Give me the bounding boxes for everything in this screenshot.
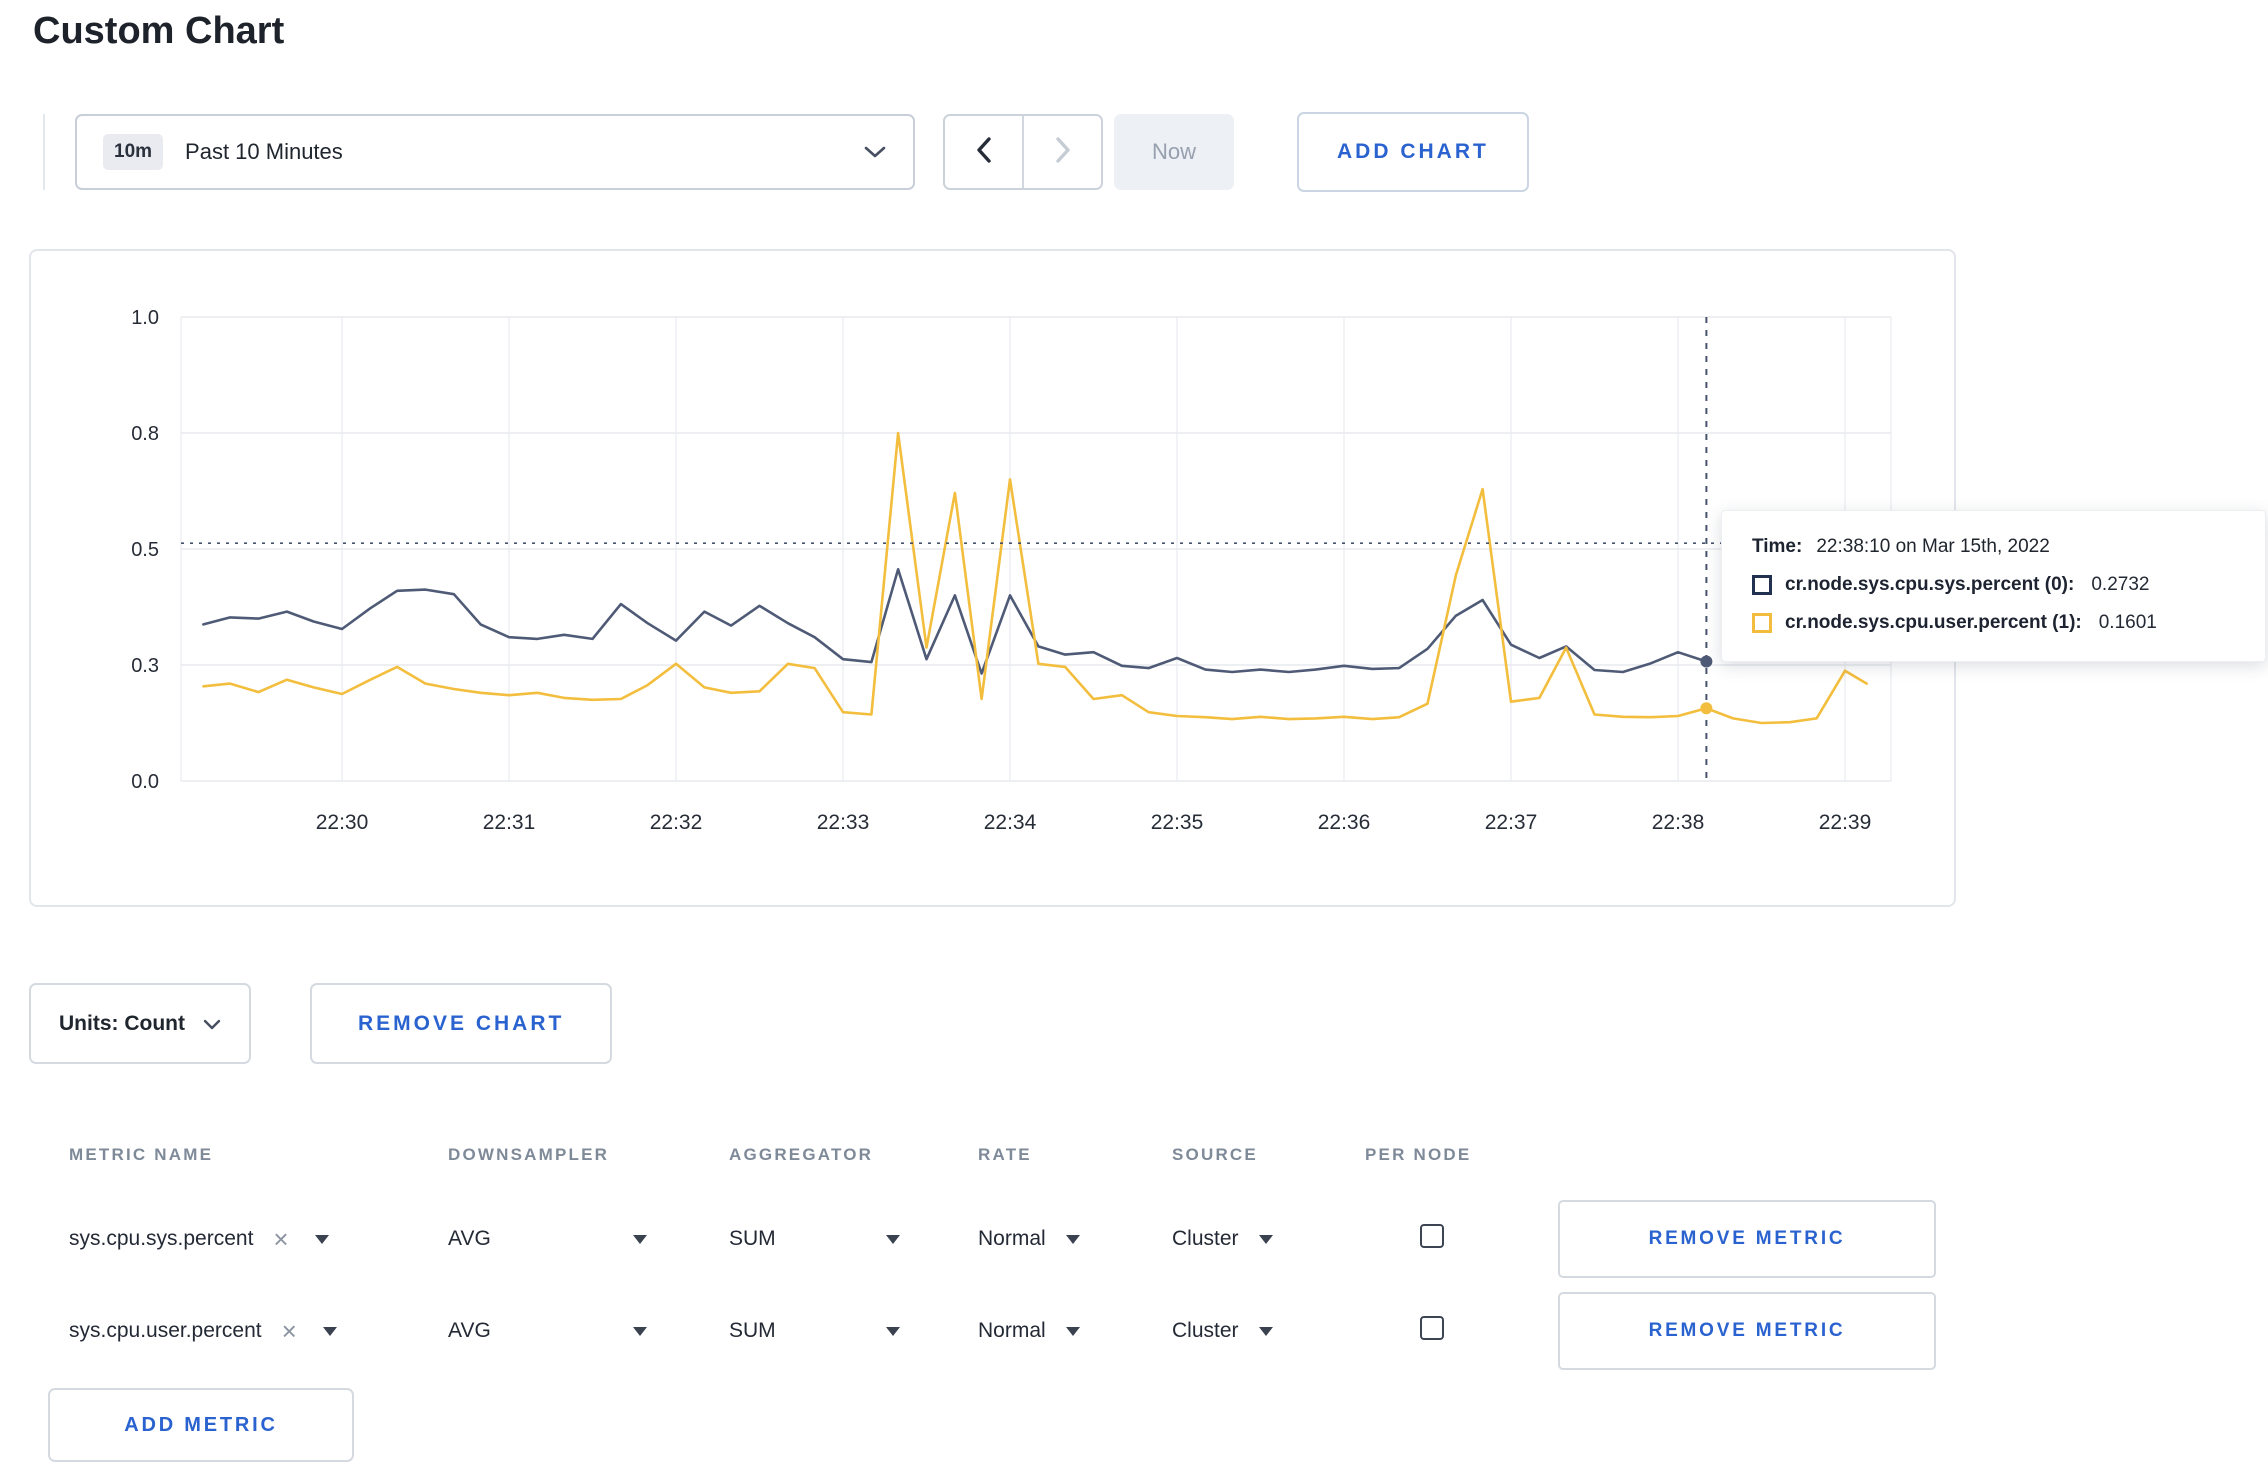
svg-text:22:35: 22:35 xyxy=(1151,811,1204,834)
source-select[interactable]: Cluster xyxy=(1172,1319,1365,1343)
tooltip-series-label: cr.node.sys.cpu.user.percent (1): xyxy=(1785,612,2082,633)
cpu-usage-chart[interactable]: 22:30 22:31 22:32 22:33 22:34 22:35 22:36 22:37… xyxy=(31,251,1954,905)
svg-text:22:31: 22:31 xyxy=(483,811,536,834)
chevron-down-icon xyxy=(633,1326,647,1336)
chevron-down-icon xyxy=(863,145,887,159)
aggregator-value: SUM xyxy=(729,1227,776,1250)
tooltip-series-row: cr.node.sys.cpu.user.percent (1): 0.1601 xyxy=(1752,612,2235,634)
chevron-left-icon xyxy=(975,136,993,169)
aggregator-select[interactable]: SUM xyxy=(729,1319,900,1343)
column-header-per-node: PER NODE xyxy=(1365,1145,1472,1164)
source-value: Cluster xyxy=(1172,1227,1239,1250)
chevron-down-icon xyxy=(1258,1326,1273,1336)
rate-select[interactable]: Normal xyxy=(978,1319,1172,1343)
svg-text:0.3: 0.3 xyxy=(131,655,159,677)
chevron-down-icon xyxy=(886,1234,900,1244)
time-nav-group xyxy=(943,114,1103,190)
legend-swatch-sys-icon xyxy=(1752,575,1772,595)
svg-text:0.0: 0.0 xyxy=(131,771,159,793)
tooltip-series-value: 0.1601 xyxy=(2098,612,2157,633)
metrics-table-header: METRIC NAME DOWNSAMPLER AGGREGATOR RATE … xyxy=(0,1117,2268,1193)
time-range-badge: 10m xyxy=(103,134,164,170)
legend-swatch-user-icon xyxy=(1752,613,1772,633)
metric-name-value: sys.cpu.sys.percent xyxy=(69,1227,254,1250)
rate-value: Normal xyxy=(978,1227,1046,1250)
chevron-down-icon xyxy=(1065,1326,1080,1336)
prev-time-button[interactable] xyxy=(945,116,1022,188)
chevron-down-icon xyxy=(886,1326,900,1336)
aggregator-select[interactable]: SUM xyxy=(729,1227,900,1251)
clear-metric-icon[interactable]: × xyxy=(282,1318,297,1344)
clear-metric-icon[interactable]: × xyxy=(273,1226,288,1252)
rate-value: Normal xyxy=(978,1319,1046,1342)
column-header-metric-name: METRIC NAME xyxy=(69,1145,214,1164)
column-header-rate: RATE xyxy=(978,1145,1032,1164)
column-header-downsampler: DOWNSAMPLER xyxy=(448,1145,610,1164)
per-node-checkbox[interactable] xyxy=(1420,1224,1444,1248)
svg-text:22:32: 22:32 xyxy=(650,811,703,834)
tooltip-time-row: Time: 22:38:10 on Mar 15th, 2022 xyxy=(1752,536,2235,558)
remove-metric-button[interactable]: REMOVE METRIC xyxy=(1558,1292,1936,1370)
svg-text:1.0: 1.0 xyxy=(131,307,159,329)
tooltip-series-row: cr.node.sys.cpu.sys.percent (0): 0.2732 xyxy=(1752,574,2235,596)
svg-text:22:38: 22:38 xyxy=(1652,811,1705,834)
units-label: Units: Count xyxy=(59,1011,185,1035)
svg-text:22:33: 22:33 xyxy=(817,811,870,834)
remove-metric-button[interactable]: REMOVE METRIC xyxy=(1558,1200,1936,1278)
toolbar-divider xyxy=(43,114,45,190)
chevron-down-icon xyxy=(633,1234,647,1244)
add-chart-button[interactable]: ADD CHART xyxy=(1297,112,1529,192)
chevron-down-icon xyxy=(322,1326,337,1336)
next-time-button[interactable] xyxy=(1022,116,1101,188)
custom-chart-page: Custom Chart 10m Past 10 Minutes Now ADD… xyxy=(0,0,2268,1478)
per-node-checkbox[interactable] xyxy=(1420,1316,1444,1340)
chevron-down-icon xyxy=(203,1012,221,1036)
svg-text:22:39: 22:39 xyxy=(1819,811,1872,834)
tooltip-series-value: 0.2732 xyxy=(2091,574,2150,595)
tooltip-time-value: 22:38:10 on Mar 15th, 2022 xyxy=(1816,536,2050,557)
remove-chart-button[interactable]: REMOVE CHART xyxy=(310,983,613,1064)
svg-text:22:30: 22:30 xyxy=(316,811,369,834)
rate-select[interactable]: Normal xyxy=(978,1227,1172,1251)
time-range-label: Past 10 Minutes xyxy=(185,139,343,164)
source-select[interactable]: Cluster xyxy=(1172,1227,1365,1251)
chart-card: 22:30 22:31 22:32 22:33 22:34 22:35 22:36 22:37… xyxy=(29,249,1956,907)
chevron-right-icon xyxy=(1054,136,1072,169)
metric-row: sys.cpu.user.percent × AVG SUM Normal Cl… xyxy=(0,1285,2268,1377)
page-title: Custom Chart xyxy=(33,10,285,52)
chevron-down-icon xyxy=(1258,1234,1273,1244)
metric-name-value: sys.cpu.user.percent xyxy=(69,1319,262,1342)
chevron-down-icon xyxy=(1065,1234,1080,1244)
units-select[interactable]: Units: Count xyxy=(29,983,251,1064)
add-metric-button[interactable]: ADD METRIC xyxy=(48,1388,354,1462)
source-value: Cluster xyxy=(1172,1319,1239,1342)
chevron-down-icon xyxy=(314,1234,329,1244)
svg-text:0.8: 0.8 xyxy=(131,423,159,445)
time-range-select[interactable]: 10m Past 10 Minutes xyxy=(75,114,915,190)
now-button[interactable]: Now xyxy=(1114,114,1234,190)
svg-text:22:37: 22:37 xyxy=(1485,811,1538,834)
chart-hover-tooltip: Time: 22:38:10 on Mar 15th, 2022 cr.node… xyxy=(1721,510,2266,662)
svg-text:22:34: 22:34 xyxy=(984,811,1037,834)
tooltip-series-label: cr.node.sys.cpu.sys.percent (0): xyxy=(1785,574,2075,595)
svg-text:0.5: 0.5 xyxy=(131,539,159,561)
svg-text:22:36: 22:36 xyxy=(1318,811,1371,834)
column-header-aggregator: AGGREGATOR xyxy=(729,1145,874,1164)
downsampler-value: AVG xyxy=(448,1227,491,1250)
column-header-source: SOURCE xyxy=(1172,1145,1258,1164)
metric-name-select[interactable]: sys.cpu.sys.percent × xyxy=(69,1226,448,1252)
metric-name-select[interactable]: sys.cpu.user.percent × xyxy=(69,1318,448,1344)
tooltip-time-label: Time: xyxy=(1752,536,1803,557)
metrics-table: METRIC NAME DOWNSAMPLER AGGREGATOR RATE … xyxy=(0,1117,2268,1377)
aggregator-value: SUM xyxy=(729,1319,776,1342)
downsampler-select[interactable]: AVG xyxy=(448,1319,647,1343)
metric-row: sys.cpu.sys.percent × AVG SUM Normal Clu… xyxy=(0,1193,2268,1285)
downsampler-select[interactable]: AVG xyxy=(448,1227,647,1251)
downsampler-value: AVG xyxy=(448,1319,491,1342)
